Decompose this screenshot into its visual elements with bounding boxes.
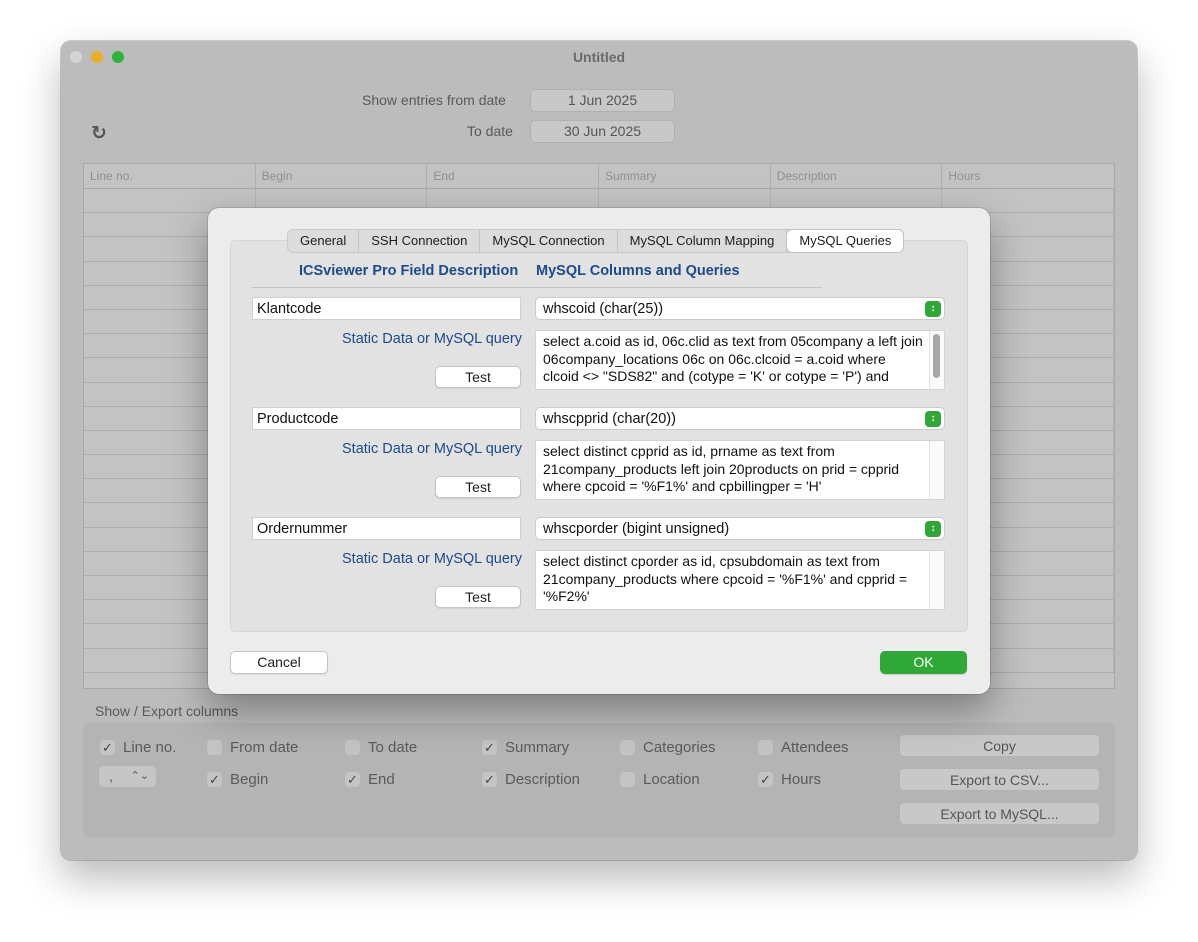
column-popup-ordernummer[interactable]: whscporder (bigint unsigned) ↕ [535,517,945,540]
refresh-icon[interactable]: ↻ [91,122,111,144]
checkmark-icon: ✓ [482,772,497,787]
scrollbar[interactable] [929,441,944,499]
tab-mysql-column-mapping[interactable]: MySQL Column Mapping [618,230,788,252]
static-query-label: Static Data or MySQL query [342,551,522,567]
checkbox-end[interactable]: ✓ End [345,771,395,788]
scrollbar-thumb[interactable] [933,334,940,378]
copy-button[interactable]: Copy [899,734,1100,757]
up-down-chevron-icon: ↕ [925,411,941,427]
up-down-chevron-icon: ↕ [925,301,941,317]
field-name-ordernummer[interactable]: Ordernummer [252,517,521,540]
checkbox-line-no[interactable]: ✓ Line no. [100,739,176,756]
tab-general[interactable]: General [288,230,360,252]
static-query-label: Static Data or MySQL query [342,331,522,347]
scrollbar[interactable] [929,551,944,609]
checkbox-summary[interactable]: ✓ Summary [482,739,569,756]
checkmark-icon: ✓ [482,740,497,755]
column-header[interactable]: Line no. [84,164,256,188]
query-textarea-ordernummer[interactable]: select distinct cporder as id, cpsubdoma… [535,550,945,610]
heading-divider [252,287,822,288]
query-textarea-klantcode[interactable]: select a.coid as id, 06c.clid as text fr… [535,330,945,390]
checkmark-icon: ✓ [100,740,115,755]
field-name-productcode[interactable]: Productcode [252,407,521,430]
checkbox-categories[interactable]: Categories [620,739,716,756]
up-down-chevron-icon: ↕ [925,521,941,537]
from-date-label: Show entries from date [362,92,506,108]
column-header[interactable]: Begin [256,164,428,188]
to-date-label: To date [467,123,513,139]
static-query-label: Static Data or MySQL query [342,441,522,457]
column-header[interactable]: Hours [942,164,1114,188]
tab-ssh-connection[interactable]: SSH Connection [359,230,481,252]
tab-mysql-connection[interactable]: MySQL Connection [480,230,618,252]
query-textarea-productcode[interactable]: select distinct cpprid as id, prname as … [535,440,945,500]
scrollbar[interactable] [929,331,944,389]
title-bar: Untitled [61,41,1137,73]
column-popup-productcode[interactable]: whscpprid (char(20)) ↕ [535,407,945,430]
to-date-field[interactable]: 30 Jun 2025 [530,120,675,143]
test-button[interactable]: Test [435,586,521,608]
column-header[interactable]: Summary [599,164,771,188]
test-button[interactable]: Test [435,476,521,498]
checkbox-to-date[interactable]: To date [345,739,417,756]
column-header[interactable]: Description [771,164,943,188]
checkmark-icon: ✓ [345,772,360,787]
checkbox-hours[interactable]: ✓ Hours [758,771,821,788]
separator-select[interactable]: , ⌃⌄ [99,766,156,787]
checkmark-icon: ✓ [758,772,773,787]
checkbox-begin[interactable]: ✓ Begin [207,771,268,788]
export-csv-button[interactable]: Export to CSV... [899,768,1100,791]
ok-button[interactable]: OK [880,651,967,674]
test-button[interactable]: Test [435,366,521,388]
checkbox-attendees[interactable]: Attendees [758,739,849,756]
tab-bar: General SSH Connection MySQL Connection … [287,229,905,253]
checkbox-description[interactable]: ✓ Description [482,771,580,788]
table-header: Line no. Begin End Summary Description H… [84,164,1114,189]
tab-mysql-queries[interactable]: MySQL Queries [787,230,904,252]
cancel-button[interactable]: Cancel [230,651,328,674]
field-description-heading: ICSviewer Pro Field Description [299,263,519,279]
column-popup-klantcode[interactable]: whscoid (char(25)) ↕ [535,297,945,320]
checkbox-location[interactable]: Location [620,771,700,788]
up-down-chevron-icon: ⌃⌄ [130,770,149,782]
settings-dialog: General SSH Connection MySQL Connection … [208,208,990,694]
from-date-field[interactable]: 1 Jun 2025 [530,89,675,112]
export-columns-title: Show / Export columns [95,703,239,719]
export-mysql-button[interactable]: Export to MySQL... [899,802,1100,825]
checkmark-icon: ✓ [207,772,222,787]
field-name-klantcode[interactable]: Klantcode [252,297,521,320]
checkbox-from-date[interactable]: From date [207,739,298,756]
window-title: Untitled [572,49,626,65]
mysql-columns-heading: MySQL Columns and Queries [536,263,740,279]
column-header[interactable]: End [427,164,600,188]
